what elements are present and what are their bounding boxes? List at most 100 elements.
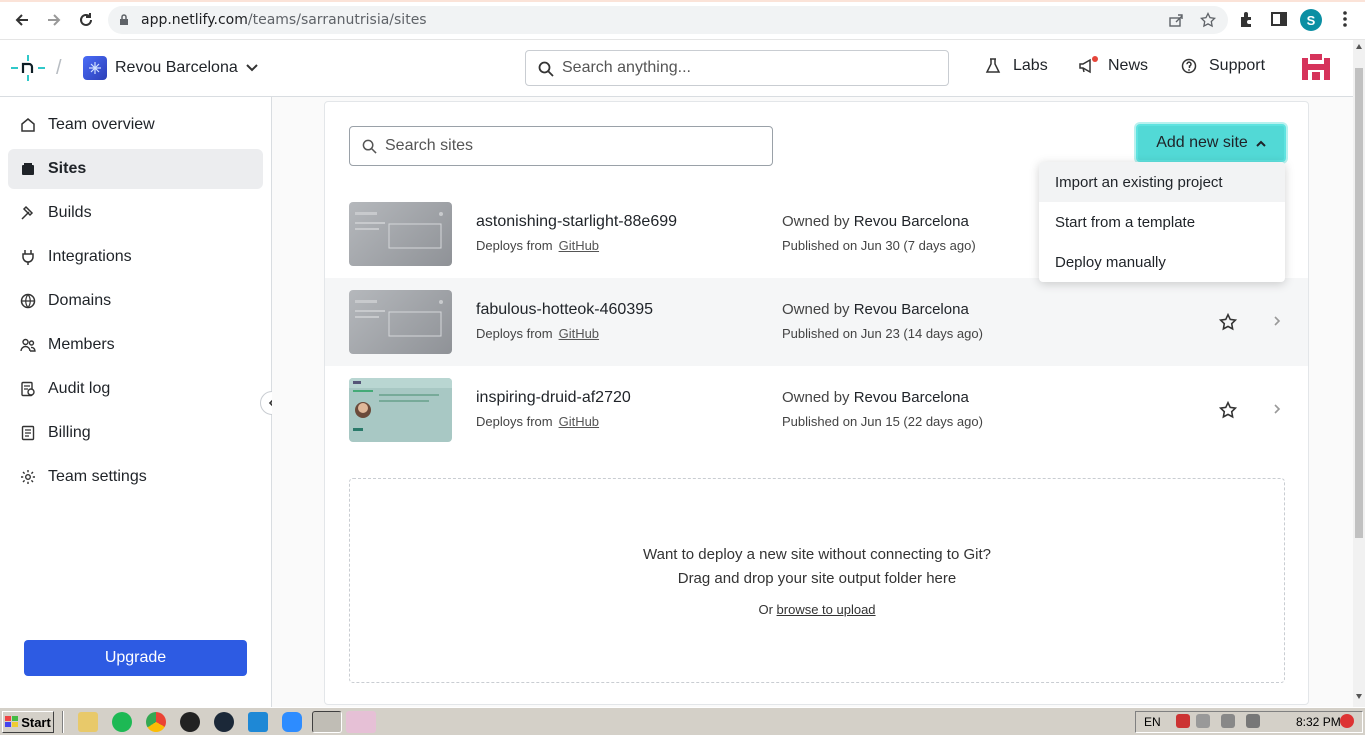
- github-link[interactable]: GitHub: [559, 414, 599, 429]
- tray-blocked-icon[interactable]: [1340, 714, 1354, 728]
- sidebar-item-label: Domains: [48, 292, 112, 309]
- site-published: Published on Jun 30 (7 days ago): [782, 238, 976, 253]
- nav-news[interactable]: News: [1078, 56, 1149, 75]
- sidebar-item-label: Audit log: [48, 380, 111, 397]
- page-scrollbar[interactable]: [1353, 40, 1365, 707]
- global-search-box[interactable]: [525, 50, 949, 86]
- plug-icon: [20, 249, 36, 265]
- megaphone-icon: [1078, 56, 1098, 74]
- chevron-down-icon: [246, 64, 258, 72]
- site-search-input[interactable]: [385, 127, 765, 165]
- search-icon: [362, 139, 377, 154]
- sidebar-item-builds[interactable]: Builds: [8, 193, 263, 233]
- sidebar-item-billing[interactable]: Billing: [8, 413, 263, 453]
- sidebar-item-audit-log[interactable]: Audit log: [8, 369, 263, 409]
- side-panel-icon[interactable]: [1270, 10, 1290, 30]
- sidebar-item-integrations[interactable]: Integrations: [8, 237, 263, 277]
- browser-profile-avatar[interactable]: S: [1300, 9, 1322, 31]
- site-name[interactable]: fabulous-hotteok-460395: [476, 301, 653, 319]
- help-circle-icon: [1181, 58, 1197, 74]
- back-icon[interactable]: [12, 10, 32, 30]
- sites-icon: [20, 161, 36, 177]
- add-new-site-button[interactable]: Add new site: [1136, 124, 1286, 162]
- tray-alert-icon[interactable]: [1196, 714, 1210, 728]
- language-indicator[interactable]: EN: [1144, 715, 1161, 729]
- favorite-star-icon[interactable]: [1219, 313, 1237, 331]
- globe-icon: [20, 293, 36, 309]
- sidebar-item-team-overview[interactable]: Team overview: [8, 105, 263, 145]
- tray-app-icon[interactable]: [1176, 714, 1190, 728]
- nox-icon[interactable]: [180, 712, 200, 732]
- network-icon[interactable]: [1246, 714, 1260, 728]
- nav-support[interactable]: Support: [1181, 57, 1265, 75]
- bookmark-star-icon[interactable]: [1200, 12, 1216, 28]
- share-icon[interactable]: [1168, 12, 1184, 28]
- nav-labs[interactable]: Labs: [985, 57, 1048, 75]
- flask-icon: [985, 58, 1001, 74]
- chevron-right-icon[interactable]: [1273, 315, 1281, 327]
- file-explorer-icon[interactable]: [78, 712, 98, 732]
- windows-logo-icon: [5, 716, 19, 727]
- steam-icon[interactable]: [214, 712, 234, 732]
- site-search-box[interactable]: [349, 126, 773, 166]
- deploy-source: Deploys from GitHub: [476, 326, 600, 341]
- dropzone-heading: Want to deploy a new site without connec…: [643, 546, 991, 563]
- site-row[interactable]: fabulous-hotteok-460395 Deploys from GitH…: [325, 278, 1308, 366]
- start-button[interactable]: Start: [2, 711, 54, 733]
- sidebar-item-label: Sites: [48, 160, 87, 177]
- site-owner: Owned by Revou Barcelona: [782, 213, 969, 230]
- os-taskbar: Start EN 8:32 PM: [0, 707, 1365, 735]
- menu-item-import-project[interactable]: Import an existing project: [1039, 162, 1285, 202]
- sidebar-item-members[interactable]: Members: [8, 325, 263, 365]
- global-search-input[interactable]: [562, 51, 942, 85]
- nav-support-label: Support: [1209, 57, 1266, 74]
- sidebar-item-domains[interactable]: Domains: [8, 281, 263, 321]
- site-name[interactable]: inspiring-druid-af2720: [476, 389, 631, 407]
- nav-news-label: News: [1108, 57, 1149, 74]
- zoom-icon[interactable]: [282, 712, 302, 732]
- taskbar-active-chrome[interactable]: [312, 711, 342, 733]
- team-switcher[interactable]: Revou Barcelona: [83, 54, 258, 82]
- scroll-down-icon[interactable]: [1356, 694, 1362, 699]
- site-published: Published on Jun 23 (14 days ago): [782, 326, 983, 341]
- deploy-dropzone[interactable]: Want to deploy a new site without connec…: [349, 478, 1285, 683]
- dropzone-browse: Or browse to upload: [758, 602, 876, 617]
- sidebar-item-sites[interactable]: Sites: [8, 149, 263, 189]
- header-separator: /: [56, 57, 62, 79]
- github-link[interactable]: GitHub: [559, 238, 599, 253]
- taskbar-app-icon[interactable]: [346, 711, 376, 733]
- chevron-right-icon[interactable]: [1273, 403, 1281, 415]
- scroll-up-icon[interactable]: [1356, 44, 1362, 49]
- home-icon: [20, 117, 36, 133]
- upgrade-button[interactable]: Upgrade: [24, 640, 247, 676]
- address-bar[interactable]: app.netlify.com/teams/sarranutrisia/site…: [108, 6, 1228, 34]
- github-link[interactable]: GitHub: [559, 326, 599, 341]
- reload-icon[interactable]: [76, 10, 96, 30]
- sidebar-item-team-settings[interactable]: Team settings: [8, 457, 263, 497]
- vscode-icon[interactable]: [248, 712, 268, 732]
- menu-item-deploy-manually[interactable]: Deploy manually: [1039, 242, 1285, 282]
- site-row[interactable]: inspiring-druid-af2720 Deploys from GitHu…: [325, 366, 1308, 454]
- audit-icon: [20, 381, 36, 397]
- spotify-icon[interactable]: [112, 712, 132, 732]
- volume-icon[interactable]: [1221, 714, 1235, 728]
- deploy-source: Deploys from GitHub: [476, 414, 600, 429]
- receipt-icon: [20, 425, 36, 441]
- site-thumbnail: [349, 202, 452, 266]
- site-name[interactable]: astonishing-starlight-88e699: [476, 213, 677, 231]
- netlify-logo-icon[interactable]: [10, 54, 46, 82]
- dropzone-instruction: Drag and drop your site output folder he…: [677, 570, 957, 587]
- menu-item-start-from-template[interactable]: Start from a template: [1039, 202, 1285, 242]
- forward-icon[interactable]: [44, 10, 64, 30]
- browser-menu-icon[interactable]: [1336, 10, 1356, 30]
- user-avatar[interactable]: [1300, 52, 1332, 84]
- chrome-icon[interactable]: [146, 712, 166, 732]
- favorite-star-icon[interactable]: [1219, 401, 1237, 419]
- users-icon: [20, 337, 36, 353]
- browse-to-upload-link[interactable]: browse to upload: [777, 602, 876, 617]
- scrollbar-thumb[interactable]: [1355, 68, 1363, 538]
- site-owner: Owned by Revou Barcelona: [782, 301, 969, 318]
- lock-icon: [119, 14, 129, 26]
- extensions-icon[interactable]: [1238, 10, 1258, 30]
- app-header: / Revou Barcelona Labs News Support: [0, 40, 1353, 97]
